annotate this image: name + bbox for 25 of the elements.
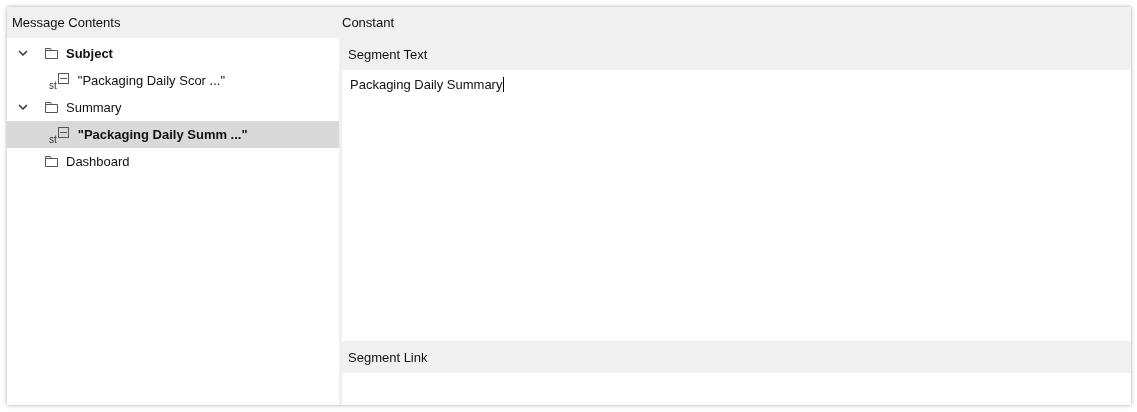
tree-item[interactable]: Subject [7, 40, 339, 67]
text-field[interactable] [342, 373, 1131, 405]
tree-item[interactable]: Summary [7, 94, 339, 121]
string-icon [57, 127, 69, 138]
item-label: Dashboard [66, 154, 130, 169]
item-label: Summary [66, 100, 122, 115]
type-tag: st [49, 134, 57, 145]
tree-item[interactable]: Dashboard [7, 148, 339, 175]
item-label: Subject [66, 46, 113, 61]
item-label: "Packaging Daily Summ ..." [77, 127, 248, 142]
section-label: Segment Text [348, 46, 428, 62]
folder-icon [45, 48, 58, 59]
tree-item[interactable]: st "Packaging Daily Summ ..." [7, 121, 339, 148]
tree-item[interactable]: st "Packaging Daily Scor ..." [7, 67, 339, 94]
item-label: "Packaging Daily Scor ..." [77, 73, 225, 88]
panel-title: Constant [342, 15, 395, 30]
folder-icon [45, 102, 58, 113]
string-icon [57, 73, 69, 84]
chevron-down-icon[interactable] [18, 104, 28, 111]
section-label: Segment Link [348, 349, 428, 365]
folder-icon [45, 156, 58, 167]
type-tag: st [49, 80, 57, 91]
panel-title: Message Contents [12, 15, 121, 30]
chevron-down-icon[interactable] [18, 50, 28, 57]
text-field[interactable]: Packaging Daily Summary [342, 70, 1131, 341]
